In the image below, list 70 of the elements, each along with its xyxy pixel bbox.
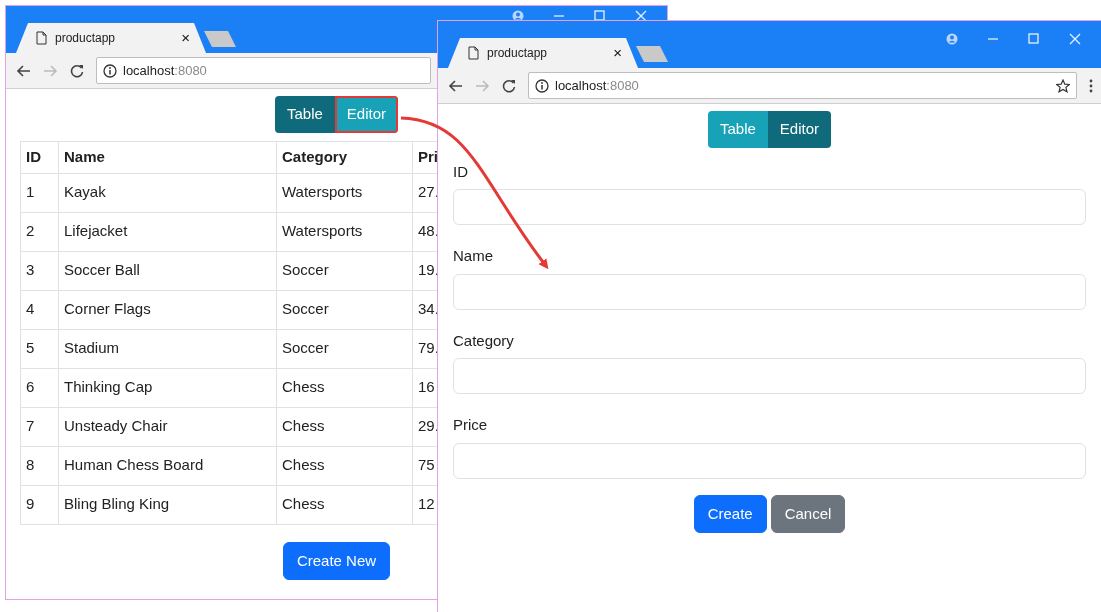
new-tab-button[interactable]	[636, 46, 668, 62]
maximize-icon[interactable]	[1028, 33, 1039, 45]
table-cell: 5	[20, 329, 59, 368]
maximize-icon[interactable]	[594, 10, 605, 22]
nav-button[interactable]: Editor	[767, 111, 831, 148]
table-cell: Lifejacket	[58, 212, 277, 251]
table-cell: 4	[20, 290, 59, 329]
table-cell: 9	[20, 485, 59, 524]
table-cell: Watersports	[276, 173, 413, 212]
column-header: Name	[58, 141, 277, 173]
close-icon[interactable]	[635, 10, 647, 22]
table-cell: Soccer	[276, 290, 413, 329]
address-bar[interactable]: localhost:8080	[96, 57, 431, 84]
field-label: Name	[453, 246, 494, 266]
forward-arrow-icon[interactable]	[43, 63, 58, 78]
input-field[interactable]	[453, 189, 1086, 225]
menu-icon[interactable]	[1089, 78, 1093, 93]
table-cell: Soccer	[276, 251, 413, 290]
table-cell: Stadium	[58, 329, 277, 368]
table-cell: Chess	[276, 407, 413, 446]
table-cell: Human Chess Board	[58, 446, 277, 485]
create-button[interactable]: Create	[693, 494, 767, 533]
table-cell: 7	[20, 407, 59, 446]
new-tab-button[interactable]	[204, 31, 236, 47]
info-icon	[103, 63, 117, 78]
column-header: Category	[276, 141, 413, 173]
table-cell: 8	[20, 446, 59, 485]
url-text: localhost:8080	[123, 61, 207, 80]
info-icon	[535, 78, 549, 93]
back-arrow-icon[interactable]	[16, 63, 31, 78]
create-new-button[interactable]: Create New	[282, 541, 391, 580]
browser-tab[interactable]: productapp ×	[448, 38, 638, 68]
tab-close-button[interactable]: ×	[613, 41, 622, 65]
star-icon[interactable]	[1056, 78, 1070, 93]
table-cell: 1	[20, 173, 59, 212]
table-cell: Chess	[276, 368, 413, 407]
table-cell: Unsteady Chair	[58, 407, 277, 446]
tab-close-button[interactable]: ×	[181, 26, 190, 50]
address-bar[interactable]: localhost:8080	[528, 72, 1077, 99]
close-icon[interactable]	[1069, 33, 1081, 45]
field-label: ID	[453, 161, 469, 182]
page-icon	[36, 31, 47, 45]
table-cell: Soccer	[276, 329, 413, 368]
back-arrow-icon[interactable]	[448, 78, 463, 93]
table-cell: Chess	[276, 485, 413, 524]
page-icon	[468, 46, 479, 60]
account-icon[interactable]	[946, 33, 958, 45]
reload-icon[interactable]	[502, 78, 516, 93]
input-field[interactable]	[453, 442, 1086, 479]
forward-arrow-icon[interactable]	[475, 78, 490, 93]
field-label: Category	[453, 330, 515, 351]
table-cell: Kayak	[58, 173, 277, 212]
table-cell: Watersports	[276, 212, 413, 251]
table-cell: Chess	[276, 446, 413, 485]
column-header: ID	[20, 141, 59, 173]
input-field[interactable]	[453, 273, 1086, 310]
table-cell: 3	[20, 251, 59, 290]
table-cell: Thinking Cap	[58, 368, 277, 407]
cancel-button[interactable]: Cancel	[770, 494, 846, 533]
table-cell: Soccer Ball	[58, 251, 277, 290]
nav-button[interactable]: Table	[274, 96, 335, 133]
url-text: localhost:8080	[555, 76, 639, 95]
table-cell: Bling Bling King	[58, 485, 277, 524]
table-cell: 6	[20, 368, 59, 407]
reload-icon[interactable]	[70, 63, 84, 78]
browser-tab[interactable]: productapp ×	[16, 23, 206, 53]
table-cell: 2	[20, 212, 59, 251]
field-label: Price	[453, 415, 489, 435]
table-cell: Corner Flags	[58, 290, 277, 329]
input-field[interactable]	[453, 358, 1086, 394]
